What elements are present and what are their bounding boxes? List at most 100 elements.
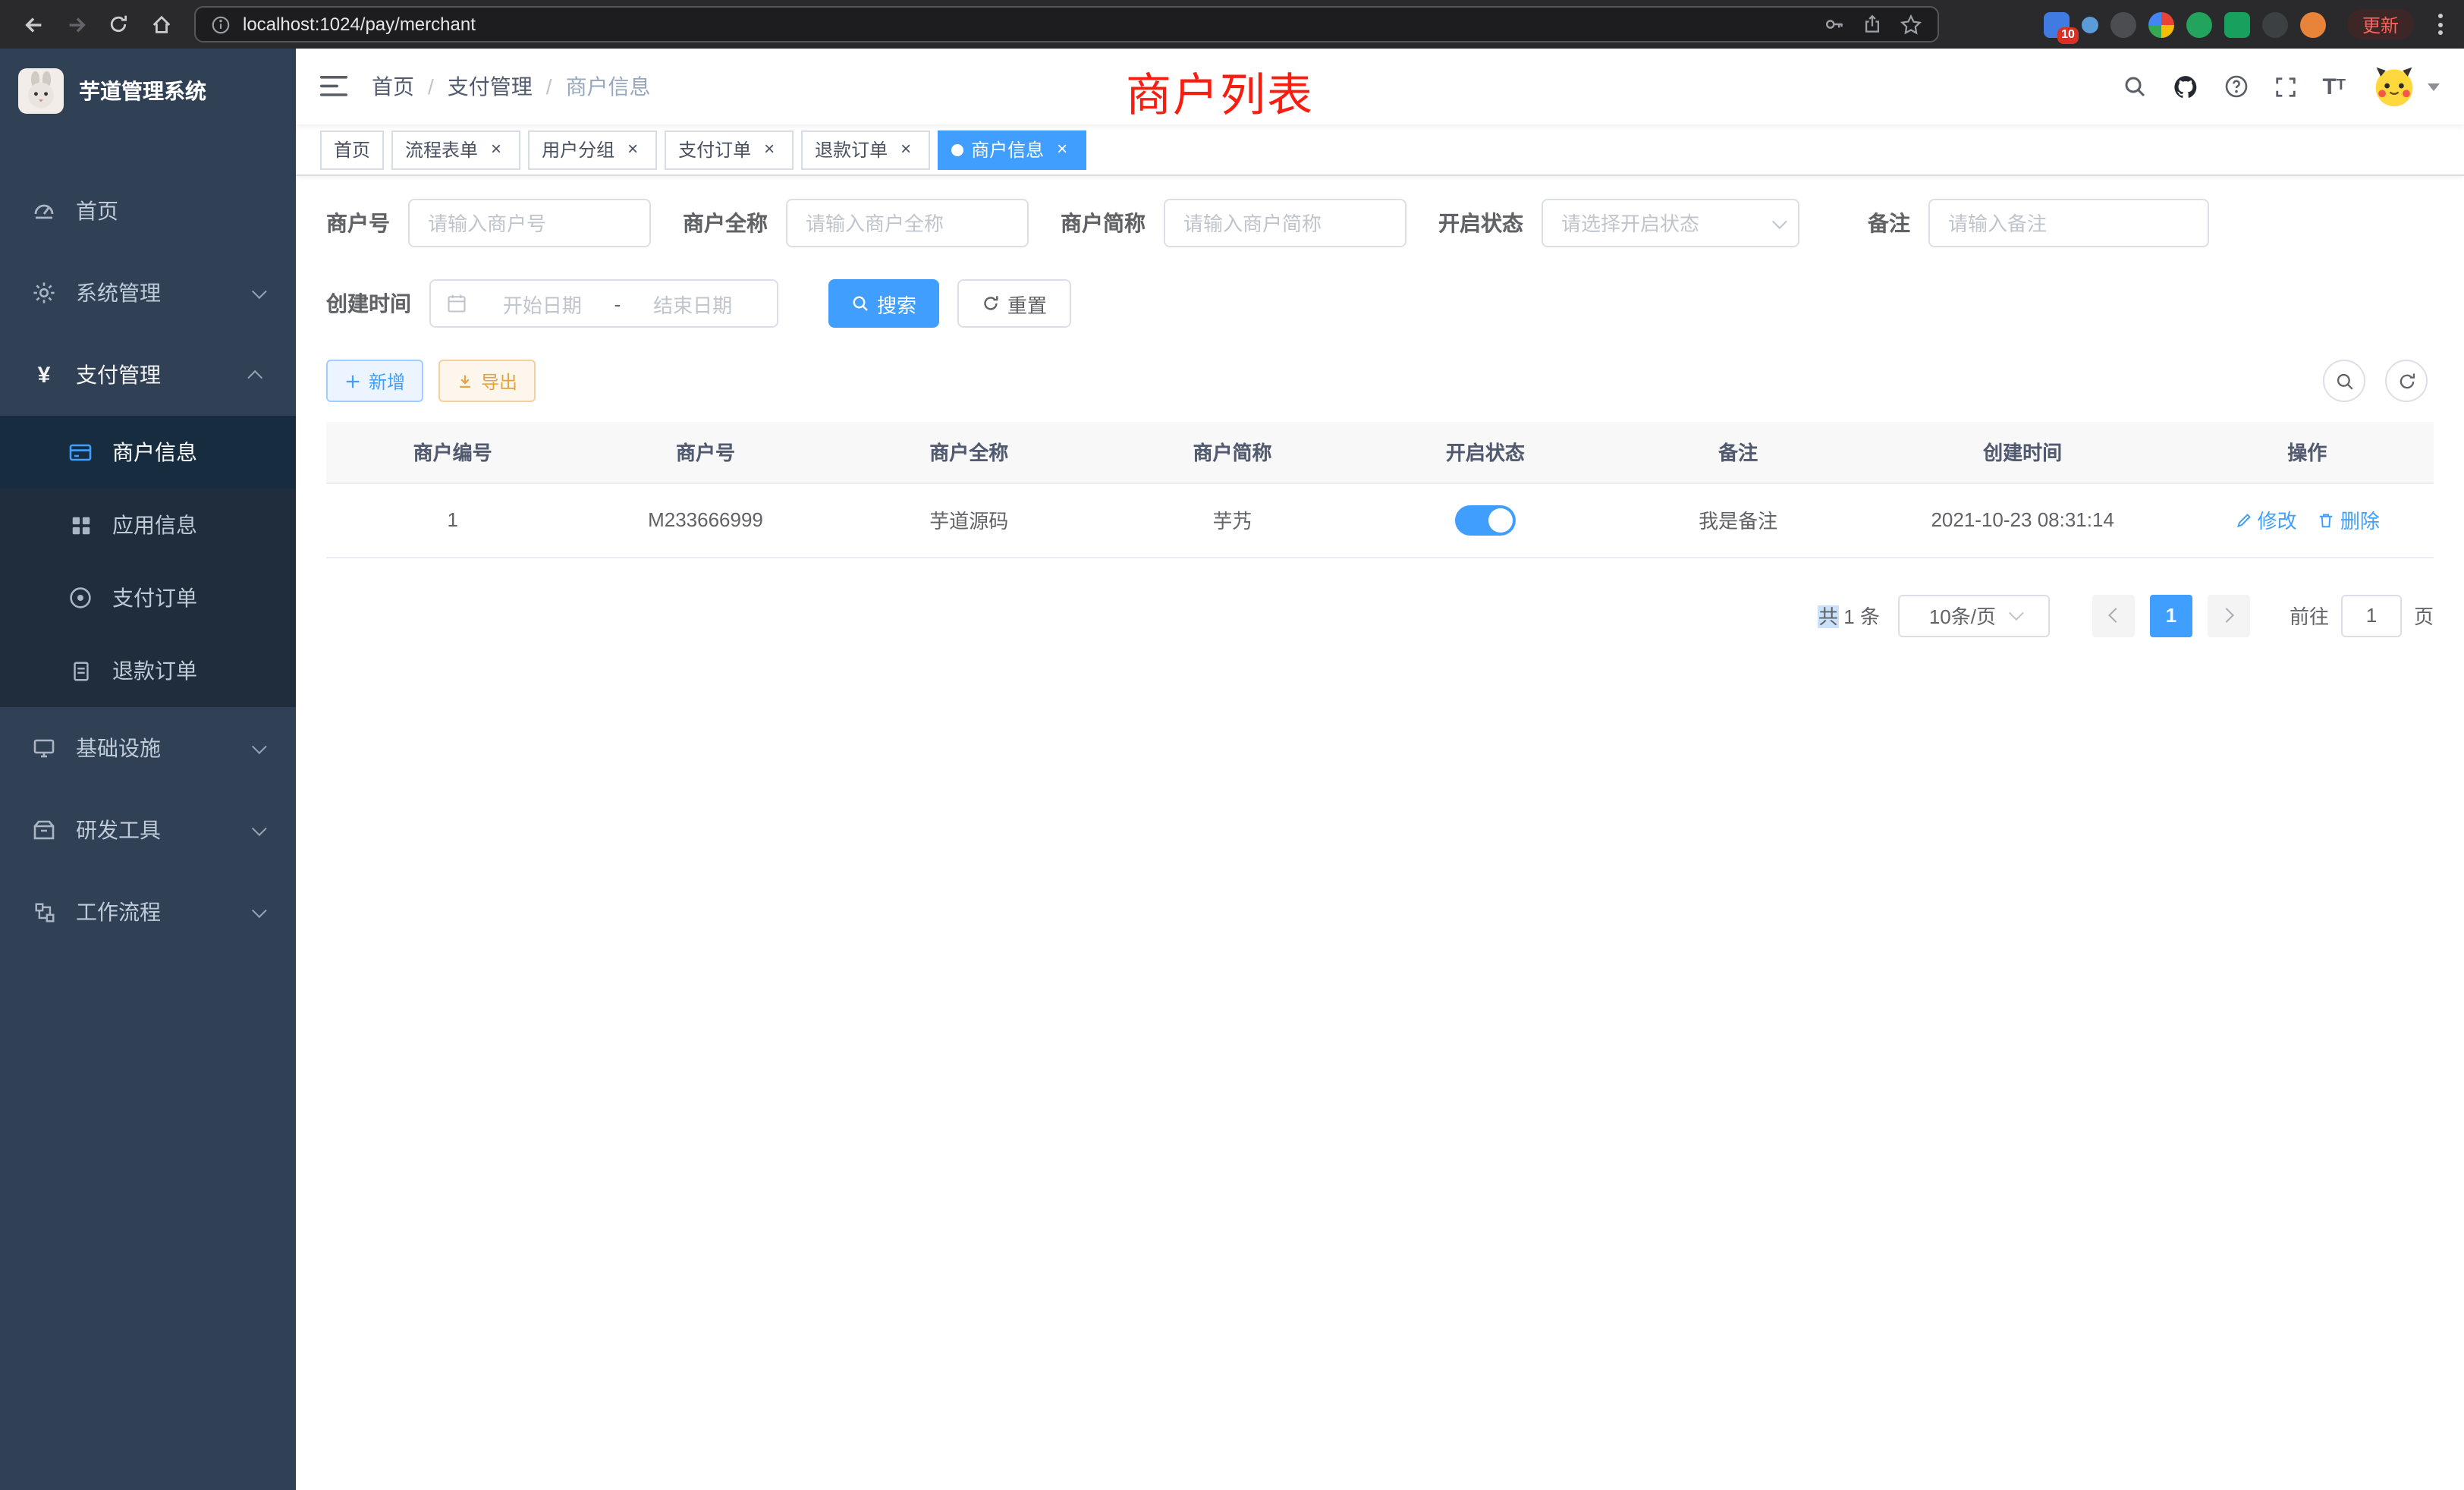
app-logo[interactable]: 芋道管理系统 [0,49,296,134]
sidebar-item-devtools[interactable]: 研发工具 [0,789,296,871]
extension-icon[interactable] [2110,11,2136,37]
column-header: 操作 [2181,422,2434,483]
browser-forward-button[interactable] [58,6,94,42]
goto-label: 前往 [2290,601,2329,630]
extension-badge: 10 [2057,27,2079,43]
full-name-input[interactable] [786,199,1029,247]
tab-refund-order[interactable]: 退款订单× [801,130,930,169]
sidebar-item-label: 支付订单 [112,583,197,613]
trash-icon [2318,511,2336,529]
font-size-icon[interactable]: TT [2322,75,2346,98]
browser-reload-button[interactable] [100,6,137,42]
page-goto-input[interactable] [2341,594,2402,637]
extension-icon[interactable] [2186,11,2212,37]
sidebar-item-pay-order[interactable]: 支付订单 [0,561,296,634]
tab-pay-order[interactable]: 支付订单 × [665,130,794,169]
add-button[interactable]: 新增 [326,360,423,402]
sidebar-item-payment[interactable]: ¥ 支付管理 [0,334,296,416]
cell-status [1359,483,1611,557]
sidebar-item-app-info[interactable]: 应用信息 [0,489,296,561]
search-button[interactable]: 搜索 [828,279,939,328]
tab-close-icon[interactable]: × [486,139,507,160]
status-select-input[interactable] [1542,199,1799,247]
sidebar-item-infra[interactable]: 基础设施 [0,707,296,789]
merchant-no-field: 商户号 [326,199,651,247]
fullscreen-icon[interactable] [2274,75,2296,98]
profile-avatar-icon[interactable] [2300,11,2326,37]
full-name-field: 商户全称 [683,199,1029,247]
table-row: 1 M233666999 芋道源码 芋艿 我是备注 2021-10-23 08:… [326,483,2434,557]
password-key-icon[interactable] [1824,14,1845,35]
refresh-table-button[interactable] [2385,360,2428,402]
github-icon[interactable] [2172,74,2198,99]
chevron-down-icon [2008,605,2023,621]
share-icon[interactable] [1862,14,1883,35]
chrome-update-button[interactable]: 更新 [2347,9,2414,39]
reset-button[interactable]: 重置 [957,279,1071,328]
sidebar-item-refund-order[interactable]: 退款订单 [0,634,296,707]
browser-home-button[interactable] [143,6,179,42]
extension-icon[interactable]: 10 [2044,11,2070,37]
sidebar: 芋道管理系统 首页 系统管理 ¥ 支付管理 [0,49,296,1490]
sidebar-item-label: 商户信息 [112,437,197,467]
date-range-separator: - [611,292,624,315]
tab-label: 首页 [334,137,370,162]
extension-icon[interactable] [2082,16,2098,33]
site-info-icon[interactable] [211,14,231,34]
full-name-label: 商户全称 [683,208,768,238]
reset-button-label: 重置 [1007,289,1047,318]
status-select[interactable] [1542,199,1799,247]
extension-icon[interactable] [2148,11,2174,37]
extension-icon[interactable] [2224,11,2250,37]
toggle-search-button[interactable] [2323,360,2365,402]
sidebar-item-workflow[interactable]: 工作流程 [0,871,296,953]
hamburger-icon[interactable] [320,76,347,97]
sidebar-item-label: 工作流程 [76,897,161,927]
bookmark-star-icon[interactable] [1900,13,1922,36]
column-header: 商户编号 [326,422,579,483]
search-icon[interactable] [2122,74,2146,99]
sidebar-item-system[interactable]: 系统管理 [0,252,296,334]
status-toggle[interactable] [1455,505,1516,535]
tab-flow-form[interactable]: 流程表单× [391,130,520,169]
calendar-icon [446,293,467,314]
merchant-no-input[interactable] [408,199,651,247]
tab-label: 支付订单 [678,137,751,162]
remark-input[interactable] [1928,199,2209,247]
prev-page-button[interactable] [2092,594,2135,637]
short-name-input[interactable] [1164,199,1406,247]
address-bar[interactable]: localhost:1024/pay/merchant [194,6,1939,42]
edit-link[interactable]: 修改 [2235,505,2297,534]
tab-merchant-info[interactable]: 商户信息× [938,130,1086,169]
sidebar-item-merchant-info[interactable]: 商户信息 [0,416,296,489]
add-button-label: 新增 [369,368,405,394]
tab-user-group[interactable]: 用户分组× [528,130,657,169]
user-menu[interactable] [2371,64,2440,109]
sidebar-item-home[interactable]: 首页 [0,170,296,252]
breadcrumb-home[interactable]: 首页 [372,71,414,102]
short-name-field: 商户简称 [1061,199,1406,247]
page-size-select[interactable]: 10条/页 [1898,594,2050,637]
url-text: localhost:1024/pay/merchant [243,14,1812,35]
dashboard-icon [30,199,58,223]
tab-close-icon[interactable]: × [759,139,780,160]
sidebar-item-label: 系统管理 [76,278,161,308]
tab-close-icon[interactable]: × [1051,139,1073,160]
export-button[interactable]: 导出 [438,360,536,402]
browser-back-button[interactable] [15,6,52,42]
tab-home[interactable]: 首页 [320,130,384,169]
extensions-puzzle-icon[interactable] [2262,11,2288,37]
page-number-button[interactable]: 1 [2150,594,2192,637]
toolbox-icon [30,818,58,842]
tab-close-icon[interactable]: × [895,139,916,160]
delete-link[interactable]: 删除 [2318,505,2380,534]
browser-menu-icon[interactable] [2432,8,2449,41]
help-icon[interactable] [2224,74,2248,99]
next-page-button[interactable] [2208,594,2250,637]
breadcrumb-section[interactable]: 支付管理 [448,71,533,102]
pagination: 共 1 条 10条/页 1 前往 页 [326,594,2434,637]
create-time-range-picker[interactable]: 开始日期 - 结束日期 [429,279,778,328]
tab-close-icon[interactable]: × [622,139,643,160]
document-icon [67,659,94,682]
merchant-table: 商户编号 商户号 商户全称 商户简称 开启状态 备注 创建时间 操作 1 [326,422,2434,558]
